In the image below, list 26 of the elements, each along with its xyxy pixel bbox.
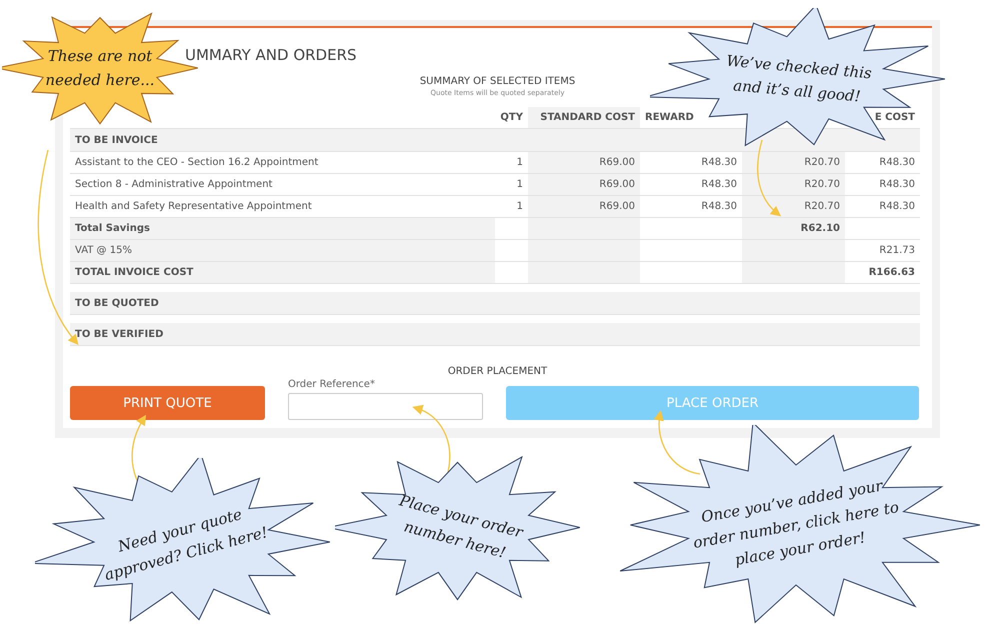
callout-text: These are not needed here... bbox=[44, 46, 156, 91]
print-quote-button[interactable]: PRINT QUOTE bbox=[70, 386, 265, 420]
field-label: Order Reference* bbox=[288, 379, 376, 390]
panel-title: UMMARY AND ORDERS bbox=[185, 46, 357, 64]
order-reference-field[interactable] bbox=[288, 393, 483, 420]
callout-text: Place your order number here! bbox=[396, 490, 526, 564]
total-label: Total Savings bbox=[70, 218, 495, 240]
table-cell: R20.70 bbox=[742, 174, 845, 196]
callout-text: Once you’ve added your order number, click here to place your order! bbox=[690, 476, 902, 571]
section-header: TO BE QUOTED bbox=[70, 292, 920, 315]
column-header: STANDARD COST bbox=[528, 107, 640, 129]
table-cell: R20.70 bbox=[742, 152, 845, 174]
leader-line bbox=[654, 410, 700, 475]
table-cell: R20.70 bbox=[742, 196, 845, 218]
table-cell: R62.10 bbox=[742, 218, 845, 240]
order-title: ORDER PLACEMENT bbox=[448, 366, 548, 377]
table-cell: R69.00 bbox=[528, 174, 640, 196]
group-header: TO BE INVOICE bbox=[70, 129, 920, 152]
table-cell: R69.00 bbox=[528, 196, 640, 218]
leader-line bbox=[412, 405, 450, 472]
total-label: VAT @ 15% bbox=[70, 240, 495, 262]
total-label: TOTAL INVOICE COST bbox=[70, 262, 495, 284]
section-header: TO BE VERIFIED bbox=[70, 323, 920, 346]
summary-title: SUMMARY OF SELECTED ITEMS bbox=[420, 76, 576, 87]
table-cell: R69.00 bbox=[528, 152, 640, 174]
callout-text: We’ve checked this and it’s all good! bbox=[724, 50, 873, 108]
